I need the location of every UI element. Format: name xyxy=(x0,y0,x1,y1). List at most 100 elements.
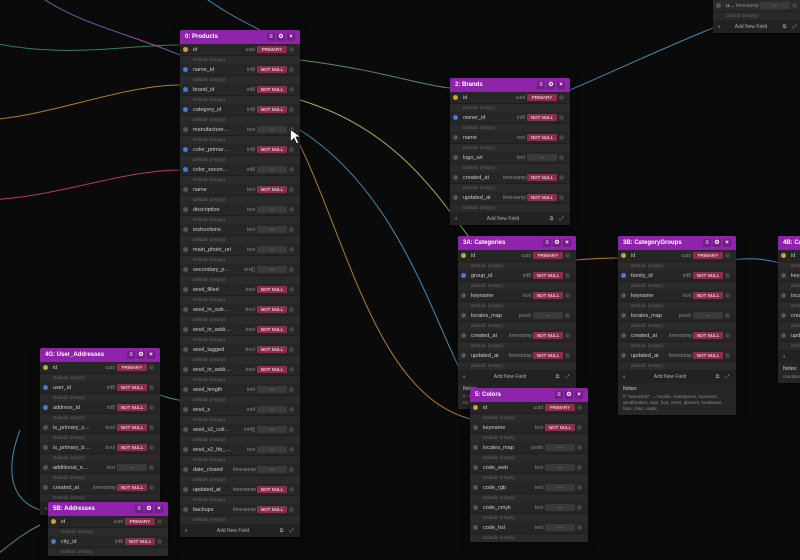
close-icon[interactable]: × xyxy=(557,81,565,89)
field-row[interactable]: created_attimestampNOT NULL xyxy=(450,172,570,184)
field-row[interactable]: family_idint8NOT NULL xyxy=(618,270,736,282)
close-icon[interactable]: × xyxy=(147,351,155,359)
field-port-icon[interactable] xyxy=(289,47,294,52)
field-row[interactable]: wool_sint4— xyxy=(180,404,300,416)
field-row[interactable]: code_rgbtext— xyxy=(470,482,588,494)
field-port-icon[interactable] xyxy=(565,273,570,278)
copy-icon[interactable]: ⧉ xyxy=(548,215,555,222)
table-brands[interactable]: 2: Brands≡⚙×iduuidPRIMARYDefault: (empty… xyxy=(450,78,570,225)
field-port-icon[interactable] xyxy=(565,333,570,338)
field-port-icon[interactable] xyxy=(289,67,294,72)
field-row[interactable]: iduuidPRIMARY xyxy=(180,44,300,56)
add-field-button[interactable]: Add New Field xyxy=(466,374,554,380)
field-row[interactable]: created_attimestampNOT NULL xyxy=(618,330,736,342)
table-addresses[interactable]: 5B: Addresses≡⚙×iduuidPRIMARYDefault: (e… xyxy=(48,502,168,556)
field-row[interactable]: keynametextNOT NULL xyxy=(470,422,588,434)
table-useraddresses[interactable]: 4G: User_Addresses≡⚙×iduuidPRIMARYDefaul… xyxy=(40,348,160,515)
field-port-icon[interactable] xyxy=(559,175,564,180)
close-icon[interactable]: × xyxy=(575,391,583,399)
add-field-button[interactable]: Add New Field xyxy=(721,24,781,30)
field-row[interactable]: iduuidPRIMARY xyxy=(618,250,736,262)
gear-icon[interactable]: ⚙ xyxy=(547,81,555,89)
field-port-icon[interactable] xyxy=(289,247,294,252)
field-row[interactable]: code_webtext— xyxy=(470,462,588,474)
field-row[interactable]: main_photo_urltext— xyxy=(180,244,300,256)
add-field-button[interactable]: Add New Field xyxy=(786,354,800,360)
field-row[interactable]: locales_map— xyxy=(778,290,800,302)
field-port-icon[interactable] xyxy=(725,353,730,358)
field-port-icon[interactable] xyxy=(565,313,570,318)
field-port-icon[interactable] xyxy=(289,367,294,372)
menu-icon[interactable]: ≡ xyxy=(537,81,545,89)
field-row[interactable]: descriptiontext— xyxy=(180,204,300,216)
table-header[interactable]: 5: Colors≡⚙× xyxy=(470,388,588,402)
field-row[interactable]: wool_s2_collectionsint4[]— xyxy=(180,424,300,436)
field-port-icon[interactable] xyxy=(289,467,294,472)
field-port-icon[interactable] xyxy=(289,447,294,452)
field-port-icon[interactable] xyxy=(149,485,154,490)
field-row[interactable]: iduuidPRIMARY xyxy=(450,92,570,104)
field-row[interactable]: color_secondary_idint8— xyxy=(180,164,300,176)
field-row[interactable]: created_attimestampNOT NULL xyxy=(458,330,576,342)
field-row[interactable]: code_cmyktext— xyxy=(470,502,588,514)
table-categoryfamilies[interactable]: 4B: CategoryFamil≡⚙×id—Default: (empty)k… xyxy=(778,236,800,383)
field-port-icon[interactable] xyxy=(577,425,582,430)
field-port-icon[interactable] xyxy=(725,253,730,258)
field-row[interactable]: updated_at— xyxy=(778,330,800,342)
field-row[interactable]: iduuidPRIMARY xyxy=(470,402,588,414)
field-port-icon[interactable] xyxy=(565,353,570,358)
copy-icon[interactable]: ⧉ xyxy=(554,373,561,380)
table-header[interactable]: 3A: Categories≡⚙× xyxy=(458,236,576,250)
close-icon[interactable]: × xyxy=(287,33,295,41)
field-port-icon[interactable] xyxy=(725,313,730,318)
add-field-button[interactable]: Add New Field xyxy=(458,216,548,222)
field-port-icon[interactable] xyxy=(157,539,162,544)
gear-icon[interactable]: ⚙ xyxy=(145,505,153,513)
field-port-icon[interactable] xyxy=(149,365,154,370)
gear-icon[interactable]: ⚙ xyxy=(277,33,285,41)
add-field-button[interactable]: Add New Field xyxy=(188,528,278,534)
field-row[interactable]: updated_attimestamp— xyxy=(713,0,800,12)
field-row[interactable]: backupstimestampNOT NULL xyxy=(180,504,300,516)
gear-icon[interactable]: ⚙ xyxy=(553,239,561,247)
field-port-icon[interactable] xyxy=(577,505,582,510)
field-row[interactable]: updated_attimestampNOT NULL xyxy=(458,350,576,362)
field-port-icon[interactable] xyxy=(725,273,730,278)
table-header[interactable]: 2: Brands≡⚙× xyxy=(450,78,570,92)
field-port-icon[interactable] xyxy=(565,253,570,258)
expand-icon[interactable]: ⤢ xyxy=(724,373,731,380)
field-port-icon[interactable] xyxy=(289,127,294,132)
field-row[interactable]: keynametextNOT NULL xyxy=(458,290,576,302)
field-port-icon[interactable] xyxy=(559,115,564,120)
gear-icon[interactable]: ⚙ xyxy=(565,391,573,399)
gear-icon[interactable]: ⚙ xyxy=(713,239,721,247)
menu-icon[interactable]: ≡ xyxy=(127,351,135,359)
field-port-icon[interactable] xyxy=(289,207,294,212)
field-port-icon[interactable] xyxy=(577,405,582,410)
field-port-icon[interactable] xyxy=(577,485,582,490)
field-port-icon[interactable] xyxy=(149,385,154,390)
field-row[interactable]: secondary_photo_urlstext[]— xyxy=(180,264,300,276)
field-row[interactable]: additional_nametext— xyxy=(40,462,160,474)
field-row[interactable]: wool_filledboolNOT NULL xyxy=(180,284,300,296)
field-port-icon[interactable] xyxy=(157,519,162,524)
field-port-icon[interactable] xyxy=(289,167,294,172)
field-port-icon[interactable] xyxy=(289,387,294,392)
field-row[interactable]: code_hsltext— xyxy=(470,522,588,534)
field-port-icon[interactable] xyxy=(289,147,294,152)
menu-icon[interactable]: ≡ xyxy=(703,239,711,247)
field-port-icon[interactable] xyxy=(725,333,730,338)
field-row[interactable]: nametextNOT NULL xyxy=(180,184,300,196)
field-row[interactable]: iduuidPRIMARY xyxy=(48,516,168,528)
field-port-icon[interactable] xyxy=(289,267,294,272)
field-row[interactable]: wool_in_substituteboolNOT NULL xyxy=(180,304,300,316)
field-row[interactable]: name_idint8NOT NULL xyxy=(180,64,300,76)
close-icon[interactable]: × xyxy=(723,239,731,247)
field-port-icon[interactable] xyxy=(289,487,294,492)
field-row[interactable]: brand_idint8NOT NULL xyxy=(180,84,300,96)
field-row[interactable]: updated_attimestampNOT NULL xyxy=(450,192,570,204)
field-port-icon[interactable] xyxy=(149,445,154,450)
expand-icon[interactable]: ⤢ xyxy=(288,527,295,534)
field-row[interactable]: updated_attimestampNOT NULL xyxy=(180,484,300,496)
menu-icon[interactable]: ≡ xyxy=(555,391,563,399)
